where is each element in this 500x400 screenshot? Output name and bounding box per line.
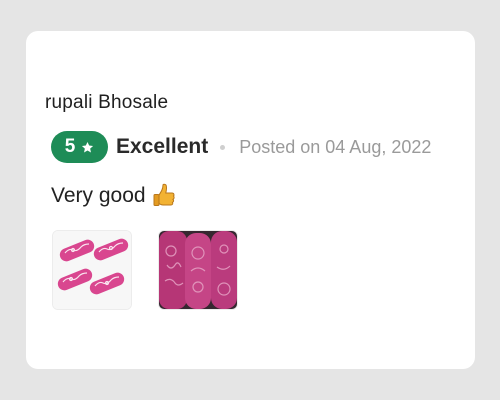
- review-comment: Very good: [51, 181, 176, 211]
- review-card: rupali Bhosale 5 Excellent Posted on 04 …: [26, 31, 475, 369]
- posted-date: Posted on 04 Aug, 2022: [239, 137, 432, 157]
- comment-text: Very good: [51, 184, 146, 207]
- thumbs-up-icon: [152, 183, 176, 210]
- rating-value: 5: [64, 136, 76, 157]
- review-photo-2[interactable]: [158, 230, 238, 310]
- rating-badge: 5: [51, 131, 108, 163]
- reviewer-name: rupali Bhosale: [45, 92, 169, 113]
- review-photos: [52, 230, 238, 310]
- rating-row: 5 Excellent Posted on 04 Aug, 2022: [51, 131, 431, 163]
- star-icon: [81, 141, 94, 154]
- separator-dot: [220, 144, 226, 150]
- review-photo-1[interactable]: [52, 230, 132, 310]
- rating-label: Excellent: [116, 135, 209, 158]
